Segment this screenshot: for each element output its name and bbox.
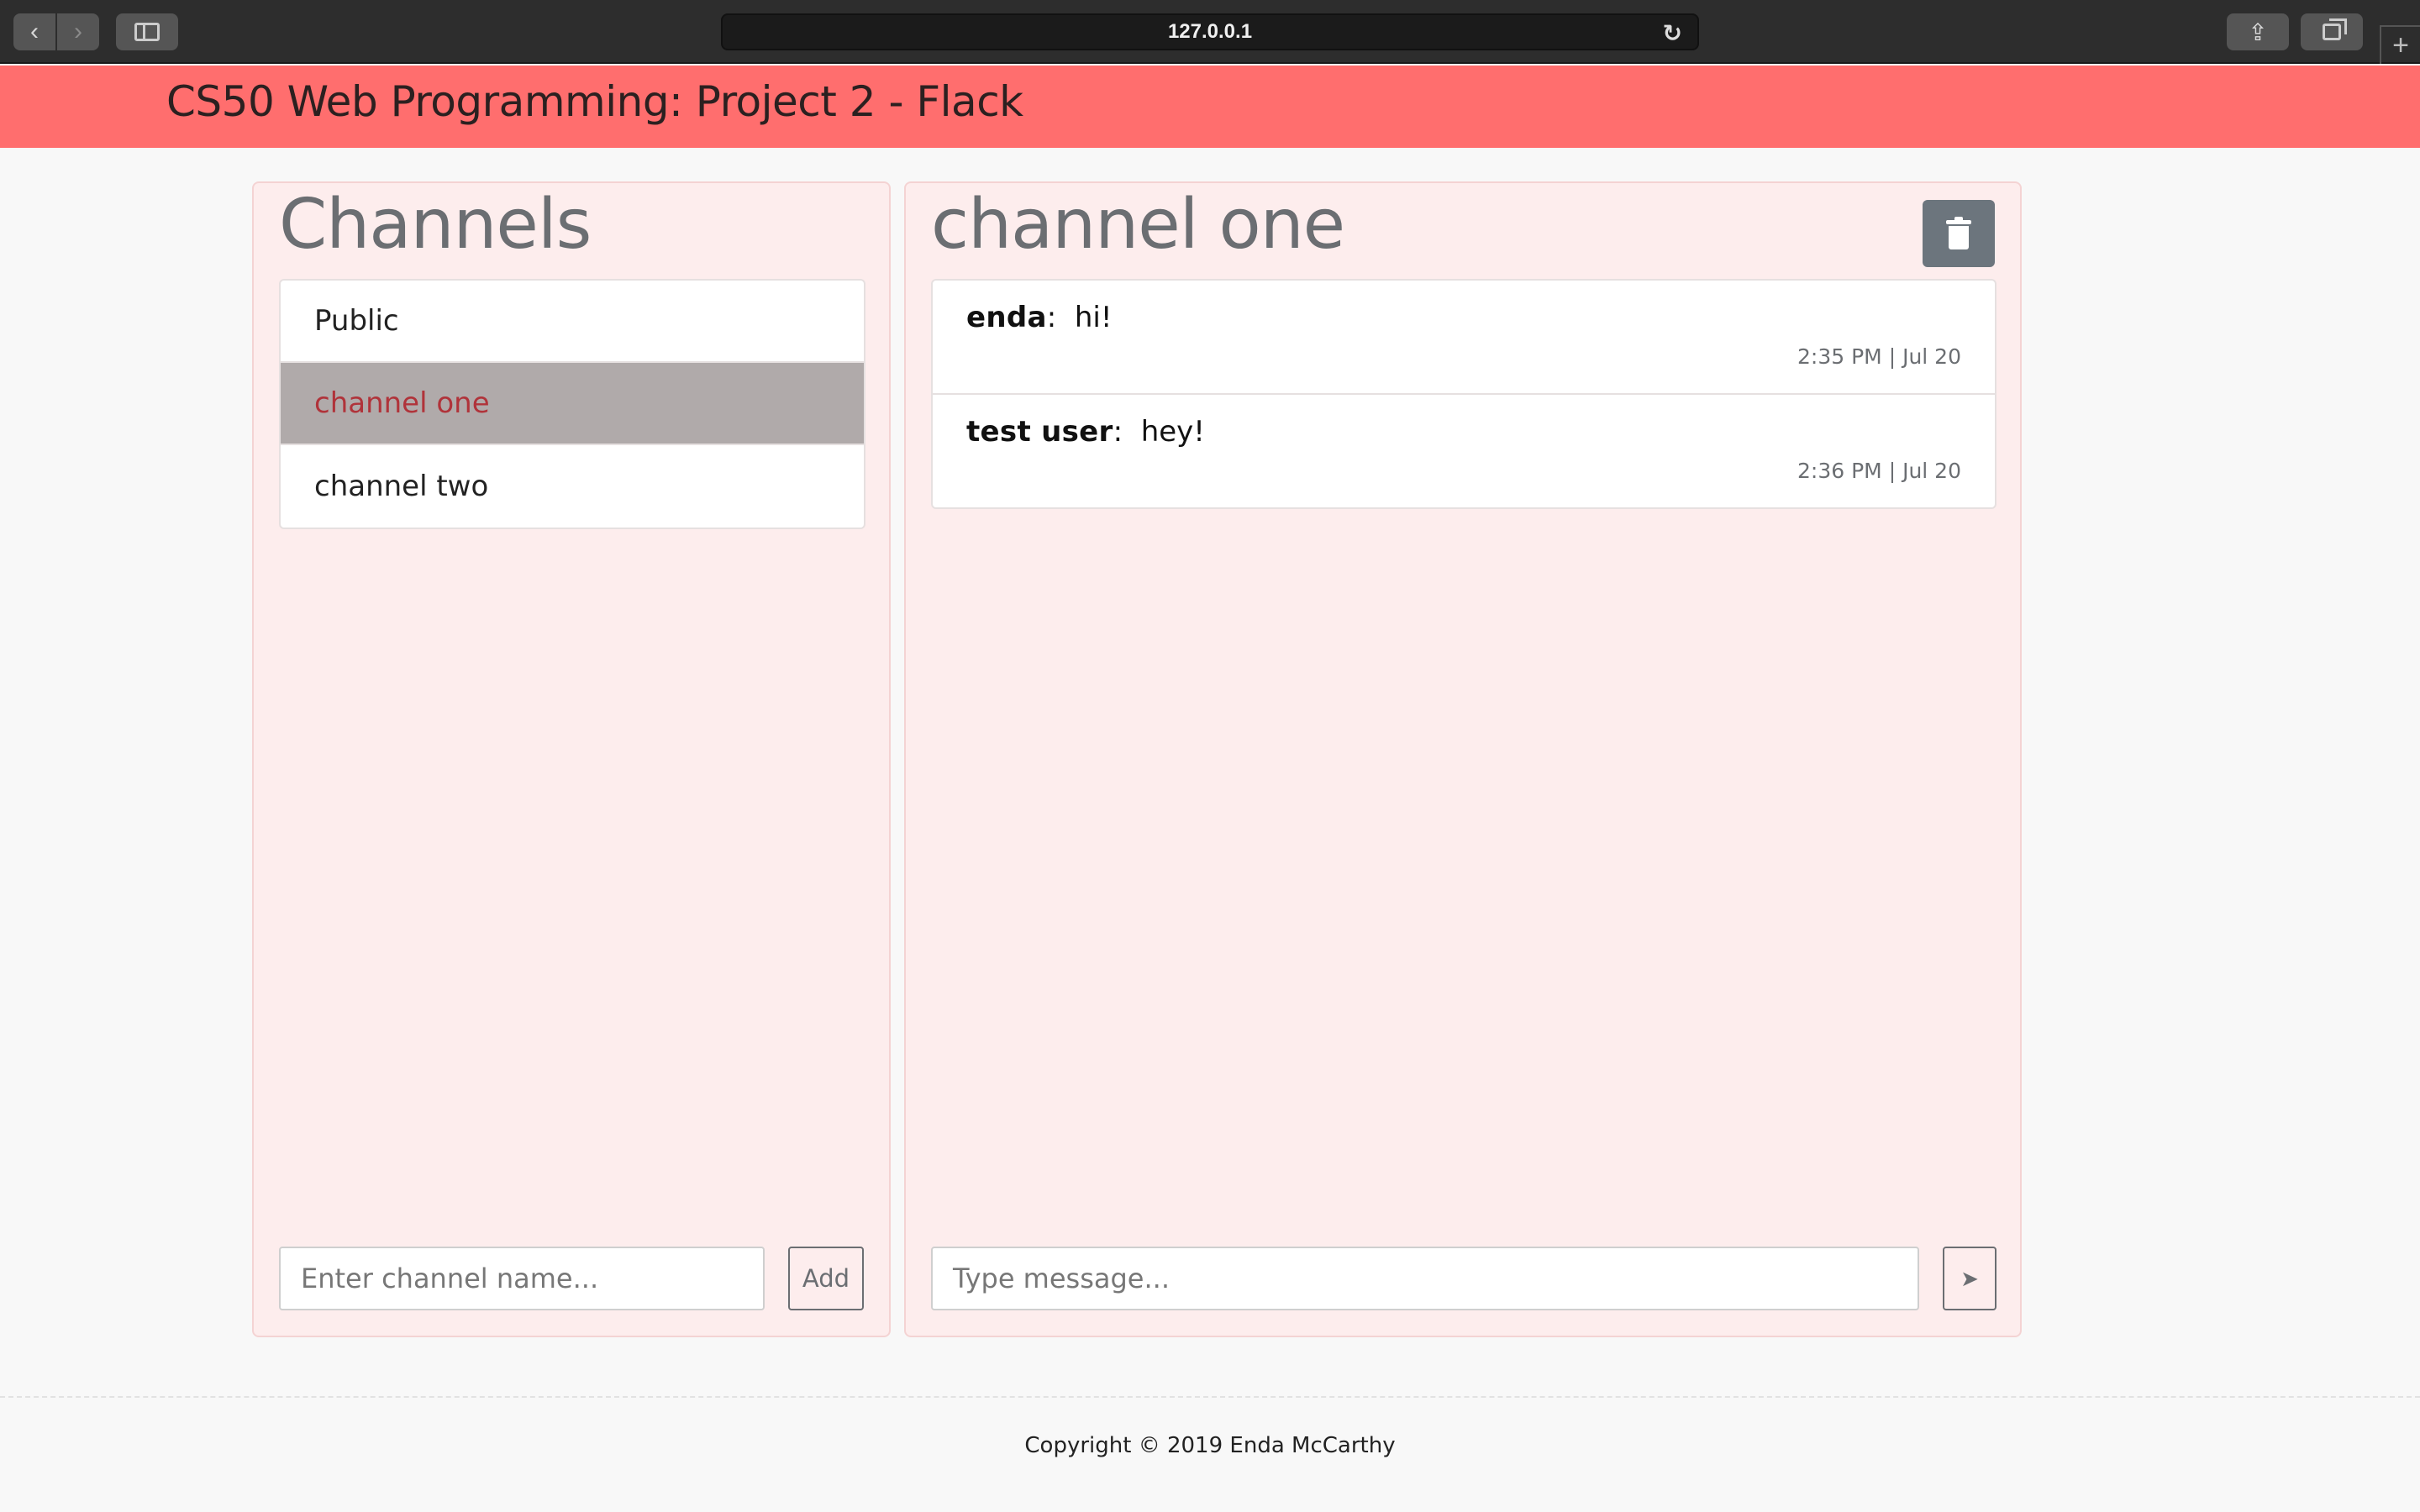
message-timestamp: 2:36 PM | Jul 20 — [1797, 459, 1961, 483]
channel-list: Public channel one channel two — [279, 279, 865, 529]
message-text: hi! — [1074, 301, 1113, 334]
sidebar-icon — [134, 23, 160, 41]
channel-title: channel one — [931, 185, 1345, 265]
forward-button[interactable]: › — [57, 13, 99, 50]
message-item: test user: hey! 2:36 PM | Jul 20 — [966, 415, 1961, 483]
share-button[interactable]: ⇪ — [2227, 13, 2289, 50]
chevron-left-icon: ‹ — [30, 18, 39, 45]
plus-icon: + — [2392, 29, 2409, 61]
nav-buttons: ‹ › — [13, 13, 99, 50]
browser-toolbar: ‹ › 127.0.0.1 ↻ ⇪ + — [0, 0, 2420, 64]
message-item: enda: hi! 2:35 PM | Jul 20 — [933, 281, 1995, 395]
add-channel-button[interactable]: Add — [788, 1247, 864, 1310]
message-placeholder: Type message... — [953, 1263, 1170, 1294]
channel-item-channel-one[interactable]: channel one — [281, 363, 864, 445]
channel-item-public[interactable]: Public — [281, 281, 864, 363]
site-title: CS50 Web Programming: Project 2 - Flack — [166, 77, 1023, 126]
channel-name-input[interactable]: Enter channel name... — [279, 1247, 765, 1310]
message-timestamp: 2:35 PM | Jul 20 — [1797, 344, 1961, 369]
message-text: hey! — [1140, 415, 1205, 449]
back-button[interactable]: ‹ — [13, 13, 55, 50]
address-bar[interactable]: 127.0.0.1 ↻ — [721, 13, 1699, 50]
tabs-icon — [2323, 18, 2347, 40]
channels-panel: Channels Public channel one channel two … — [252, 181, 891, 1337]
footer-copyright: Copyright © 2019 Enda McCarthy — [1024, 1433, 1396, 1458]
tabs-overview-button[interactable] — [2301, 13, 2363, 50]
message-author: enda — [966, 301, 1047, 334]
delete-channel-button[interactable] — [1923, 200, 1995, 267]
site-header: CS50 Web Programming: Project 2 - Flack — [0, 66, 2420, 148]
channel-name-placeholder: Enter channel name... — [301, 1263, 599, 1294]
message-list: enda: hi! 2:35 PM | Jul 20 test user: he… — [931, 279, 1996, 509]
channels-title: Channels — [279, 185, 592, 265]
reload-icon[interactable]: ↻ — [1663, 19, 1682, 47]
message-input[interactable]: Type message... — [931, 1247, 1919, 1310]
message-author: test user — [966, 415, 1113, 449]
footer-divider — [0, 1396, 2420, 1398]
new-tab-button[interactable]: + — [2380, 25, 2420, 64]
chevron-right-icon: › — [74, 18, 82, 45]
sidebar-toggle-button[interactable] — [116, 13, 178, 50]
send-icon: ➤ — [1960, 1265, 1979, 1291]
url-text: 127.0.0.1 — [1167, 20, 1253, 43]
share-icon: ⇪ — [2248, 18, 2268, 45]
trash-icon — [1946, 217, 1971, 250]
channel-item-channel-two[interactable]: channel two — [281, 445, 864, 528]
send-button[interactable]: ➤ — [1943, 1247, 1996, 1310]
chat-panel: channel one enda: hi! 2:35 PM | Jul 20 t… — [904, 181, 2022, 1337]
